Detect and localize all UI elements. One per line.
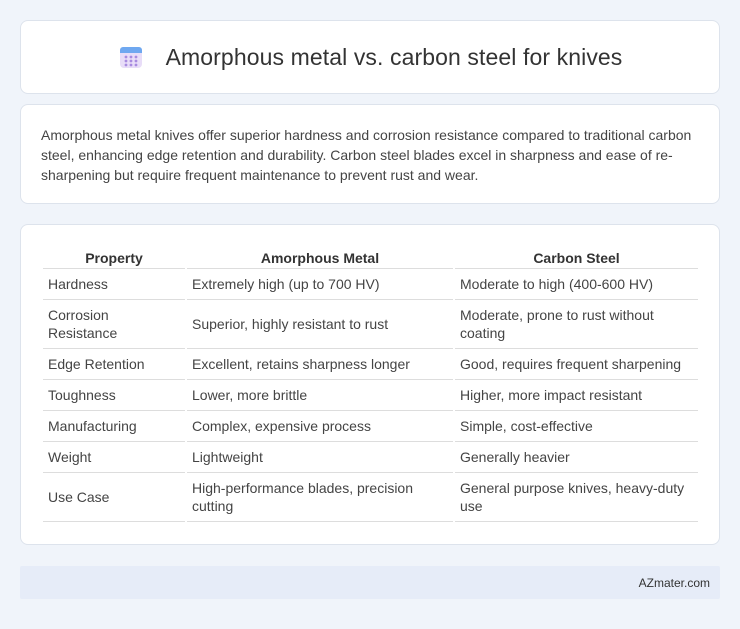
table-row: Weight Lightweight Generally heavier [43,442,698,473]
summary-text: Amorphous metal knives offer superior ha… [41,127,692,183]
table-header-row: Property Amorphous Metal Carbon Steel [43,247,698,269]
cell-carbon-steel: Moderate, prone to rust without coating [455,300,698,349]
table-row: Use Case High-performance blades, precis… [43,473,698,522]
title-card: Amorphous metal vs. carbon steel for kni… [20,20,720,94]
footer-site-name: AZmater.com [638,575,710,590]
cell-amorphous-metal: High-performance blades, precision cutti… [187,473,453,522]
cell-property: Manufacturing [43,411,185,442]
header-carbon-steel: Carbon Steel [455,247,698,269]
calendar-icon [119,47,142,68]
comparison-table: Property Amorphous Metal Carbon Steel Ha… [41,247,700,522]
cell-property: Hardness [43,269,185,300]
cell-property: Corrosion Resistance [43,300,185,349]
table-row: Toughness Lower, more brittle Higher, mo… [43,380,698,411]
cell-property: Use Case [43,473,185,522]
cell-carbon-steel: Generally heavier [455,442,698,473]
cell-amorphous-metal: Lower, more brittle [187,380,453,411]
cell-property: Toughness [43,380,185,411]
cell-property: Weight [43,442,185,473]
table-row: Edge Retention Excellent, retains sharpn… [43,349,698,380]
table-row: Hardness Extremely high (up to 700 HV) M… [43,269,698,300]
cell-carbon-steel: Moderate to high (400-600 HV) [455,269,698,300]
page-title: Amorphous metal vs. carbon steel for kni… [165,43,623,70]
cell-carbon-steel: Higher, more impact resistant [455,380,698,411]
table-row: Corrosion Resistance Superior, highly re… [43,300,698,349]
footer: AZmater.com [20,566,720,599]
cell-carbon-steel: Simple, cost-effective [455,411,698,442]
header-property: Property [43,247,185,269]
header-amorphous-metal: Amorphous Metal [187,247,453,269]
cell-amorphous-metal: Excellent, retains sharpness longer [187,349,453,380]
cell-carbon-steel: Good, requires frequent sharpening [455,349,698,380]
comparison-table-card: Property Amorphous Metal Carbon Steel Ha… [20,224,720,545]
cell-carbon-steel: General purpose knives, heavy-duty use [455,473,698,522]
cell-amorphous-metal: Complex, expensive process [187,411,453,442]
cell-amorphous-metal: Superior, highly resistant to rust [187,300,453,349]
table-row: Manufacturing Complex, expensive process… [43,411,698,442]
summary-card: Amorphous metal knives offer superior ha… [20,104,720,204]
cell-amorphous-metal: Extremely high (up to 700 HV) [187,269,453,300]
cell-property: Edge Retention [43,349,185,380]
cell-amorphous-metal: Lightweight [187,442,453,473]
